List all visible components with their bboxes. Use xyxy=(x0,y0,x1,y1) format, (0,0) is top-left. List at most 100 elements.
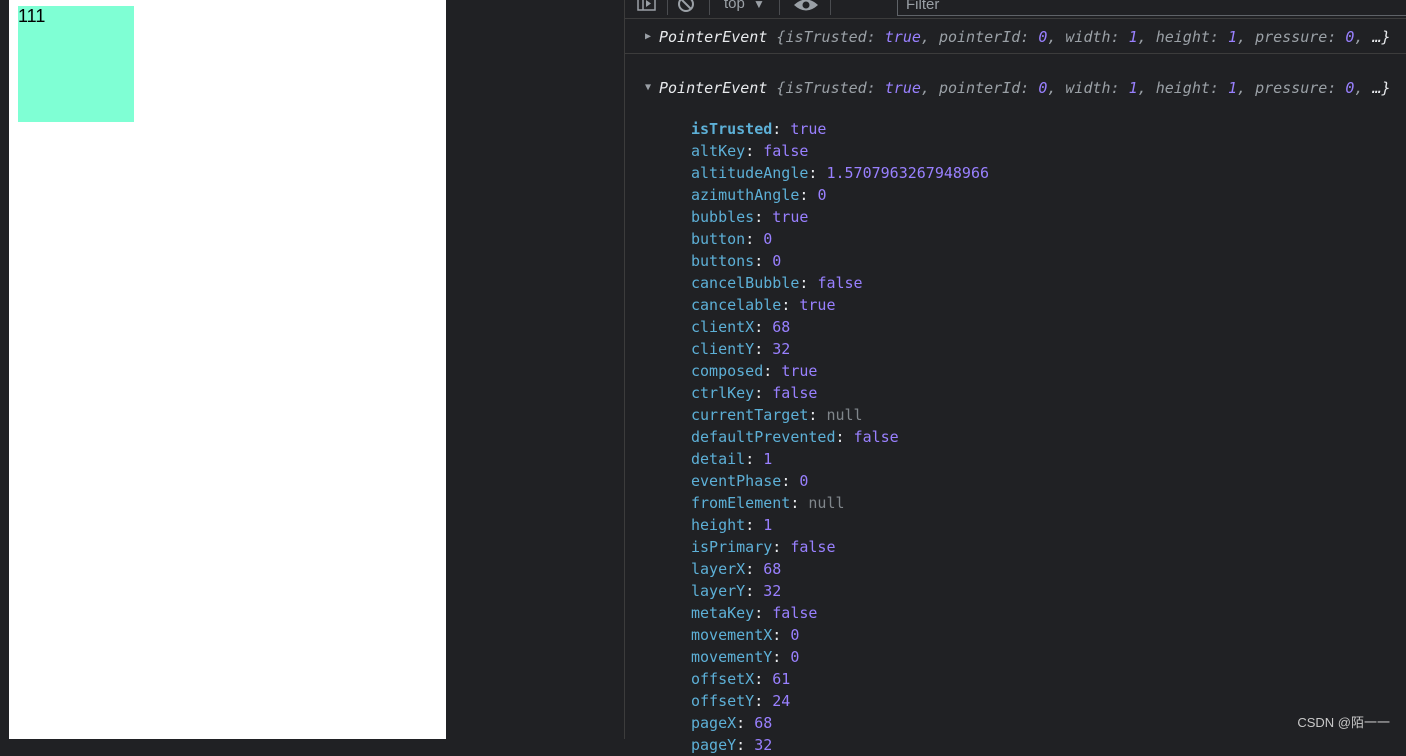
aquamarine-box[interactable]: 111 xyxy=(18,6,134,122)
property-row[interactable]: button: 0 xyxy=(691,228,989,250)
property-value: 0 xyxy=(799,472,809,490)
context-selector[interactable]: top ▼ xyxy=(724,0,765,12)
property-row[interactable]: clientX: 68 xyxy=(691,316,989,338)
property-key: bubbles xyxy=(691,208,755,226)
log-class-name: PointerEvent xyxy=(659,28,768,46)
property-key: layerY xyxy=(691,582,746,600)
property-row[interactable]: buttons: 0 xyxy=(691,250,989,272)
filter-input[interactable]: Filter xyxy=(897,0,1406,16)
property-key: isTrusted xyxy=(691,120,773,138)
property-row[interactable]: fromElement: null xyxy=(691,492,989,514)
property-row[interactable]: bubbles: true xyxy=(691,206,989,228)
csdn-watermark: CSDN @陌一一 xyxy=(1297,715,1390,730)
panel-gap xyxy=(446,0,624,739)
log-entry-collapsed[interactable]: ▶ PointerEvent {isTrusted: true, pointer… xyxy=(645,26,1391,48)
property-row[interactable]: movementY: 0 xyxy=(691,646,989,668)
clear-console-icon[interactable] xyxy=(677,0,695,13)
property-value: false xyxy=(817,274,863,292)
property-row[interactable]: ctrlKey: false xyxy=(691,382,989,404)
property-key: fromElement xyxy=(691,494,791,512)
console-toolbar: top ▼ Filter xyxy=(625,0,1406,19)
toolbar-separator xyxy=(667,0,668,15)
expand-triangle-icon[interactable]: ▶ xyxy=(645,26,651,48)
property-key: composed xyxy=(691,362,764,380)
property-row[interactable]: composed: true xyxy=(691,360,989,382)
property-key: cancelBubble xyxy=(691,274,800,292)
sidebar-toggle-icon[interactable] xyxy=(637,0,657,12)
property-key: azimuthAngle xyxy=(691,186,800,204)
property-value: true xyxy=(799,296,836,314)
property-row[interactable]: altitudeAngle: 1.5707963267948966 xyxy=(691,162,989,184)
property-value: true xyxy=(772,208,809,226)
property-key: isPrimary xyxy=(691,538,773,556)
property-key: cancelable xyxy=(691,296,782,314)
property-row[interactable]: isTrusted: true xyxy=(691,118,989,140)
filter-placeholder: Filter xyxy=(906,0,940,13)
property-row[interactable]: azimuthAngle: 0 xyxy=(691,184,989,206)
toolbar-separator xyxy=(709,0,710,15)
property-key: clientY xyxy=(691,340,755,358)
property-key: detail xyxy=(691,450,746,468)
property-value: 61 xyxy=(772,670,791,688)
property-key: altitudeAngle xyxy=(691,164,809,182)
property-row[interactable]: offsetY: 24 xyxy=(691,690,989,712)
property-row[interactable]: cancelBubble: false xyxy=(691,272,989,294)
property-row[interactable]: clientY: 32 xyxy=(691,338,989,360)
property-row[interactable]: defaultPrevented: false xyxy=(691,426,989,448)
property-key: metaKey xyxy=(691,604,755,622)
property-value: 1 xyxy=(763,450,773,468)
live-expression-eye-icon[interactable] xyxy=(793,0,819,13)
property-value: false xyxy=(772,604,818,622)
property-row[interactable]: eventPhase: 0 xyxy=(691,470,989,492)
log-class-name: PointerEvent xyxy=(659,79,768,97)
property-key: defaultPrevented xyxy=(691,428,836,446)
property-row[interactable]: isPrimary: false xyxy=(691,536,989,558)
toolbar-separator xyxy=(830,0,831,15)
property-key: clientX xyxy=(691,318,755,336)
property-value: null xyxy=(826,406,863,424)
property-value: true xyxy=(790,120,827,138)
property-row[interactable]: height: 1 xyxy=(691,514,989,536)
property-row[interactable]: offsetX: 61 xyxy=(691,668,989,690)
property-row[interactable]: pageX: 68 xyxy=(691,712,989,734)
property-value: false xyxy=(772,384,818,402)
property-row[interactable]: currentTarget: null xyxy=(691,404,989,426)
property-key: pageX xyxy=(691,714,737,732)
property-key: movementX xyxy=(691,626,773,644)
property-row[interactable]: layerX: 68 xyxy=(691,558,989,580)
property-value: 1.5707963267948966 xyxy=(826,164,990,182)
property-value: 32 xyxy=(763,582,782,600)
property-key: eventPhase xyxy=(691,472,782,490)
property-row[interactable]: movementX: 0 xyxy=(691,624,989,646)
property-row[interactable]: pageY: 32 xyxy=(691,734,989,756)
property-value: 68 xyxy=(772,318,791,336)
property-value: 0 xyxy=(772,252,782,270)
log-entry-expanded[interactable]: ▼ PointerEvent {isTrusted: true, pointer… xyxy=(645,77,1391,99)
property-row[interactable]: layerY: 32 xyxy=(691,580,989,602)
event-properties-list: isTrusted: true altKey: false altitudeAngl… xyxy=(691,118,989,756)
property-key: offsetY xyxy=(691,692,755,710)
property-value: 1 xyxy=(763,516,773,534)
property-row[interactable]: metaKey: false xyxy=(691,602,989,624)
devtools-console-panel: top ▼ Filter ▶ PointerEvent {isTrusted: … xyxy=(624,0,1406,754)
property-row[interactable]: detail: 1 xyxy=(691,448,989,470)
toolbar-separator xyxy=(779,0,780,15)
property-key: movementY xyxy=(691,648,773,666)
property-row[interactable]: altKey: false xyxy=(691,140,989,162)
log-divider xyxy=(625,53,1406,54)
property-key: layerX xyxy=(691,560,746,578)
property-value: false xyxy=(853,428,899,446)
property-row[interactable]: cancelable: true xyxy=(691,294,989,316)
property-key: buttons xyxy=(691,252,755,270)
property-value: 0 xyxy=(763,230,773,248)
property-value: null xyxy=(808,494,845,512)
collapse-triangle-icon[interactable]: ▼ xyxy=(645,77,651,99)
property-value: false xyxy=(790,538,836,556)
property-value: 68 xyxy=(763,560,782,578)
page-viewport: 111 xyxy=(9,0,446,739)
context-label: top xyxy=(724,0,745,12)
property-value: 0 xyxy=(790,626,800,644)
property-value: false xyxy=(763,142,809,160)
chevron-down-icon: ▼ xyxy=(753,0,765,11)
property-value: 0 xyxy=(790,648,800,666)
